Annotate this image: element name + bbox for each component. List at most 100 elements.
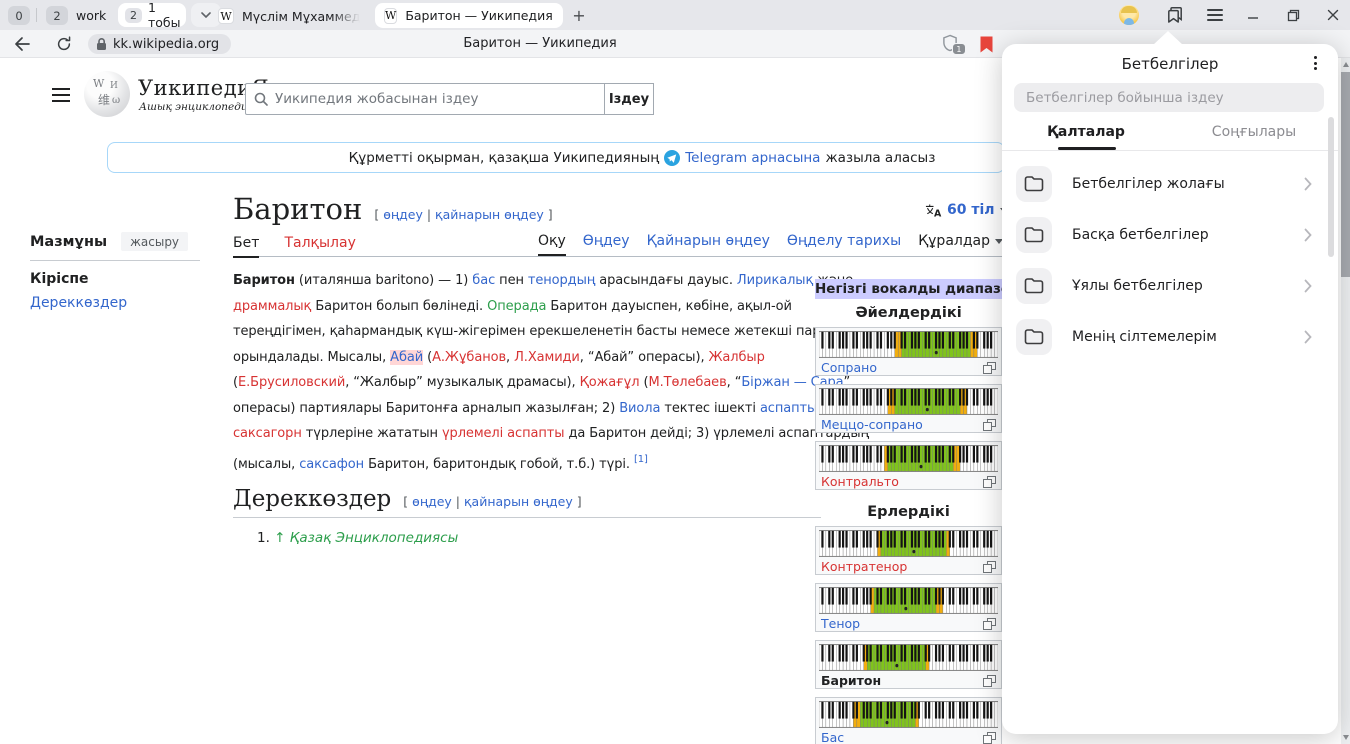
view-tab-link[interactable]: Өңдеу (583, 233, 630, 256)
view-tab-tools[interactable]: Құралдар (918, 233, 1003, 256)
panel-scrollbar-thumb[interactable] (1328, 117, 1334, 257)
vocal-card-label-row: Баритон (819, 673, 998, 688)
article-link[interactable]: Абай (390, 350, 423, 365)
tab-muslim-magomayev[interactable]: W Мүслім Мұхаммедұлы Ма (214, 4, 364, 28)
browser-menu-button[interactable] (1204, 5, 1226, 25)
expand-frame-icon[interactable] (983, 362, 996, 374)
vocal-card-label-row: Бас (819, 730, 998, 744)
article-link[interactable]: саксагорн (233, 426, 302, 441)
article-link[interactable]: бас (472, 273, 495, 288)
wiki-search-input[interactable] (275, 91, 596, 107)
toc-hide-button[interactable]: жасыру (121, 232, 188, 251)
bookmark-folder-item[interactable]: Басқа бетбелгілер (1002, 209, 1338, 260)
tab-group-zero[interactable]: 0 (8, 6, 30, 25)
edit-link[interactable]: өңдеу (412, 494, 452, 509)
tab-group-work-label[interactable]: work (76, 8, 106, 23)
toc-item-derekkozder[interactable]: Дереккөздер (30, 295, 205, 311)
reference-text[interactable]: Қазақ Энциклопедиясы (290, 530, 458, 546)
text: , “Жалбыр” музыкалық драмасы), (345, 375, 579, 390)
vocal-range-link[interactable]: Баритон (821, 673, 881, 688)
vocal-range-card: Меццо-сопрано (815, 384, 1002, 433)
scrollbar-up-arrow[interactable] (1343, 62, 1349, 67)
text: орындалады. Мысалы, (233, 350, 390, 365)
bookmark-folder-item[interactable]: Бетбелгілер жолағы (1002, 158, 1338, 209)
article-link[interactable]: Виола (619, 401, 660, 416)
wikipedia-logo[interactable]: W И 维 ω (84, 71, 130, 117)
protect-shield-button[interactable]: 1 (942, 34, 964, 54)
tab-group-active[interactable]: 2 1 тобы (118, 3, 186, 27)
article-link[interactable]: Лирикалық (737, 273, 813, 288)
edit-link[interactable]: өңдеу (383, 207, 423, 222)
vocal-range-keyboard-image[interactable] (819, 388, 998, 415)
bookmarks-panel-button[interactable] (1164, 5, 1186, 25)
bookmark-folder-item[interactable]: Ұялы бетбелгілер (1002, 260, 1338, 311)
new-tab-button[interactable]: + (570, 6, 588, 24)
article-link[interactable]: М.Төлебаев (648, 375, 726, 390)
window-restore-button[interactable] (1282, 5, 1304, 25)
wiki-menu-button[interactable] (52, 88, 70, 102)
vocal-range-keyboard-image[interactable] (819, 587, 998, 614)
article-link[interactable]: саксафон (299, 457, 364, 472)
edit-source-link[interactable]: қайнарын өңдеу (464, 494, 573, 509)
article-link[interactable]: аспапты (760, 401, 817, 416)
article-link[interactable]: драммалық (233, 299, 311, 314)
article-link[interactable]: Операда (487, 299, 546, 314)
tab-group-work-badge[interactable]: 2 (46, 6, 68, 25)
vocal-range-link[interactable]: Сопрано (821, 360, 877, 375)
view-tab-link[interactable]: Қайнарын өңдеу (647, 233, 770, 256)
scrollbar-down-arrow[interactable] (1343, 735, 1349, 740)
window-minimize-button[interactable] (1242, 5, 1264, 25)
scrollbar-thumb[interactable] (1341, 72, 1350, 277)
text: (италянша baritono) — 1) (295, 273, 472, 288)
vocal-range-link[interactable]: Контральто (821, 474, 899, 489)
vocal-range-link[interactable]: Контратенор (821, 559, 907, 574)
expand-frame-icon[interactable] (983, 675, 996, 687)
vocal-range-link[interactable]: Меццо-сопрано (821, 417, 923, 432)
bookmark-folder-item[interactable]: Менің сілтемелерім (1002, 311, 1338, 362)
vocal-range-keyboard-image[interactable] (819, 331, 998, 358)
vocal-range-card: Тенор (815, 583, 1002, 632)
window-close-button[interactable] (1322, 5, 1344, 25)
expand-frame-icon[interactable] (983, 732, 996, 744)
expand-frame-icon[interactable] (983, 476, 996, 488)
bookmarks-search-input[interactable] (1014, 83, 1324, 112)
vocal-range-keyboard-image[interactable] (819, 530, 998, 557)
toc-item-kirispe[interactable]: Кіріспе (30, 271, 205, 287)
expand-frame-icon[interactable] (983, 419, 996, 431)
vocal-range-link[interactable]: Тенор (821, 616, 860, 631)
view-tab-link[interactable]: Өңделу тарихы (787, 233, 901, 256)
vocal-range-keyboard-image[interactable] (819, 644, 998, 671)
reference-backlink[interactable]: ↑ (274, 530, 285, 546)
tab-talk[interactable]: Талқылау (284, 235, 355, 258)
language-selector-button[interactable]: A 60 тіл (925, 202, 1008, 218)
edit-source-link[interactable]: қайнарын өңдеу (435, 207, 544, 222)
bookmarks-menu-button[interactable] (1308, 54, 1322, 72)
article-link[interactable]: Қожағұл (580, 375, 640, 390)
article-link[interactable]: Л.Хамиди (514, 350, 580, 365)
bookmark-page-button[interactable] (976, 35, 996, 53)
page-scrollbar[interactable] (1341, 58, 1350, 744)
expand-frame-icon[interactable] (983, 561, 996, 573)
telegram-link[interactable]: Telegram арнасына (685, 150, 820, 166)
article-link[interactable]: А.Жұбанов (432, 350, 506, 365)
vocal-range-keyboard-image[interactable] (819, 701, 998, 728)
vocal-range-keyboard-image[interactable] (819, 445, 998, 472)
view-tab-active[interactable]: Оқу (538, 233, 566, 256)
tab-bariton-active[interactable]: W Баритон — Уикипедия (375, 3, 563, 28)
article: Баритон [ өңдеу | қайнарын өңдеу ] Бет Т… (233, 190, 838, 546)
profile-avatar[interactable] (1119, 5, 1139, 25)
wiki-search-button[interactable]: Іздеу (604, 83, 654, 115)
text: арасындағы дауыс. (595, 273, 737, 288)
article-link[interactable]: Жалбыр (709, 350, 765, 365)
article-link[interactable]: үрлемелі аспапты (442, 426, 564, 441)
tab-recent[interactable]: Соңғылары (1170, 124, 1338, 150)
vocal-range-link[interactable]: Бас (821, 730, 844, 744)
article-link[interactable]: [1] (634, 454, 648, 465)
article-link[interactable]: тенордың (528, 273, 595, 288)
article-link[interactable]: Е.Брусиловский (238, 375, 345, 390)
tab-title: Баритон — Уикипедия (405, 8, 552, 23)
tab-page[interactable]: Бет (233, 235, 259, 258)
wiki-search-box[interactable] (245, 83, 605, 115)
expand-frame-icon[interactable] (983, 618, 996, 630)
folder-label: Басқа бетбелгілер (1072, 227, 1304, 243)
